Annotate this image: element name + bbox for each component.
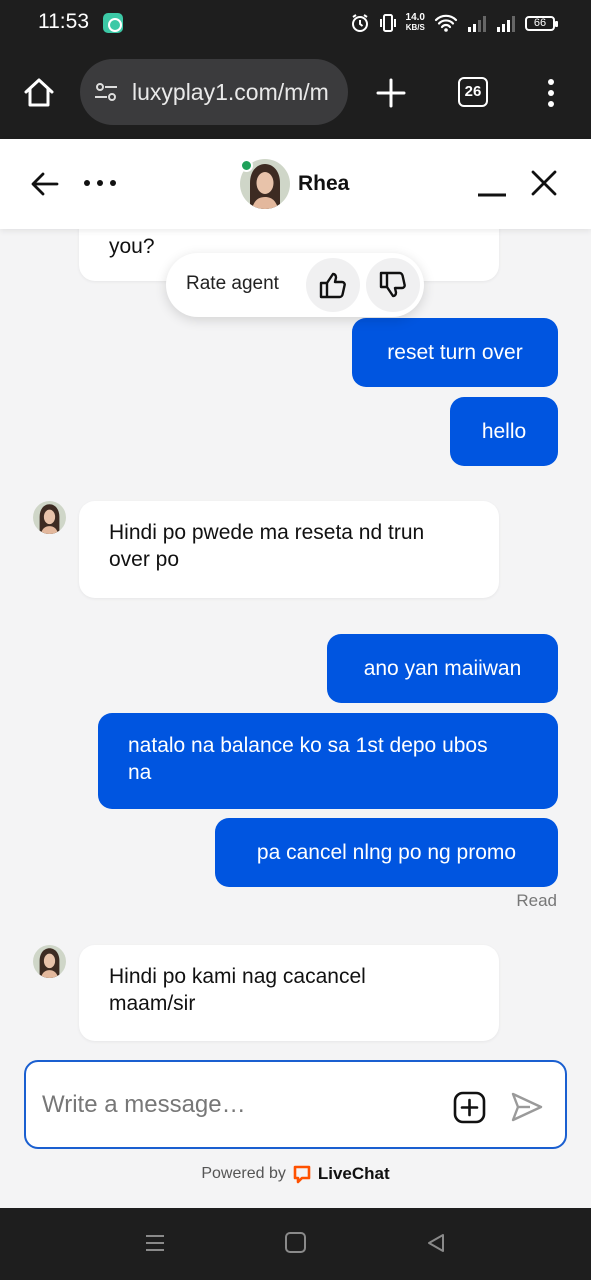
thumbs-down-icon	[379, 271, 406, 298]
vibrate-icon	[379, 14, 396, 32]
wifi-icon	[434, 14, 458, 32]
home-nav-icon[interactable]	[285, 1232, 306, 1253]
powered-by-text: Powered by	[201, 1165, 286, 1182]
visitor-message: ano yan maiiwan	[327, 634, 558, 703]
minimize-icon[interactable]	[476, 169, 508, 199]
message-text: ano yan maiiwan	[363, 657, 522, 680]
agent-message: Hindi po pwede ma reseta nd trun over po	[79, 501, 499, 598]
site-settings-icon[interactable]	[92, 78, 120, 106]
message-text: you?	[109, 235, 155, 258]
livechat-logo-icon	[293, 1165, 311, 1184]
message-text: reset turn over	[387, 341, 523, 364]
browser-toolbar: luxyplay1.com/m/m 26	[0, 46, 591, 139]
network-speed-unit: KB/S	[405, 23, 425, 32]
status-bar: 11:53 14.0 KB/S 66	[0, 0, 591, 46]
thumbs-up-icon	[319, 272, 346, 299]
visitor-message: pa cancel nlng po ng promo	[215, 818, 558, 887]
system-navigation-bar	[0, 1208, 591, 1280]
agent-avatar-small	[33, 945, 66, 978]
visitor-message: natalo na balance ko sa 1st depo ubos na	[98, 713, 558, 809]
online-status-dot	[240, 159, 253, 172]
message-text: hello	[481, 420, 527, 443]
visitor-message: reset turn over	[352, 318, 558, 387]
chat-messages[interactable]: you? reset turn over hello Hindi po pwed…	[0, 229, 591, 1060]
status-time: 11:53	[38, 10, 89, 33]
thumbs-up-button[interactable]	[306, 258, 360, 312]
attach-plus-icon[interactable]	[453, 1091, 486, 1124]
address-bar[interactable]: luxyplay1.com/m/m	[80, 59, 348, 125]
agent-avatar	[240, 159, 290, 209]
signal-1-icon	[468, 16, 486, 32]
close-icon[interactable]	[530, 169, 558, 197]
battery-icon: 66	[525, 15, 558, 31]
message-text-line: over po	[109, 548, 180, 571]
network-speed-value: 14.0	[405, 12, 425, 23]
signal-2-icon	[497, 16, 515, 32]
thumbs-down-button[interactable]	[366, 258, 420, 312]
agent-message: Hindi po kami nag cacancel maam/sir	[79, 945, 499, 1041]
message-input[interactable]	[42, 1086, 422, 1124]
more-vert-icon[interactable]	[540, 77, 562, 109]
message-text-line: na	[128, 761, 152, 784]
back-nav-icon[interactable]	[425, 1232, 447, 1254]
tab-switcher-button[interactable]: 26	[458, 77, 488, 107]
send-icon[interactable]	[510, 1091, 544, 1123]
back-arrow-icon[interactable]	[30, 169, 60, 199]
agent-avatar-small	[33, 501, 66, 534]
alarm-icon	[351, 14, 368, 32]
message-text: pa cancel nlng po ng promo	[256, 841, 517, 864]
rate-agent-label: Rate agent	[186, 273, 279, 294]
visitor-message: hello	[450, 397, 558, 466]
network-speed: 14.0 KB/S	[406, 13, 425, 33]
status-icons: 14.0 KB/S 66	[350, 9, 558, 37]
powered-by-footer[interactable]: Powered by LiveChat	[0, 1164, 591, 1184]
url-text: luxyplay1.com/m/m	[132, 78, 329, 105]
livechat-brand: LiveChat	[317, 1164, 390, 1183]
chat-header: Rhea	[0, 139, 591, 229]
recents-icon[interactable]	[144, 1232, 166, 1254]
agent-name: Rhea	[298, 172, 350, 195]
message-text-line: maam/sir	[109, 992, 196, 1015]
read-receipt: Read	[516, 891, 557, 910]
message-text-line: Hindi po kami nag cacancel	[109, 965, 366, 988]
message-text-line: Hindi po pwede ma reseta nd trun	[109, 521, 425, 544]
message-text-line: natalo na balance ko sa 1st depo ubos	[128, 734, 488, 757]
rate-agent-popover: Rate agent	[166, 253, 424, 317]
new-tab-icon[interactable]	[375, 77, 407, 109]
message-composer	[24, 1060, 567, 1149]
app-notification-icon	[103, 13, 123, 33]
more-horiz-icon[interactable]	[82, 175, 118, 191]
home-icon[interactable]	[22, 76, 56, 110]
